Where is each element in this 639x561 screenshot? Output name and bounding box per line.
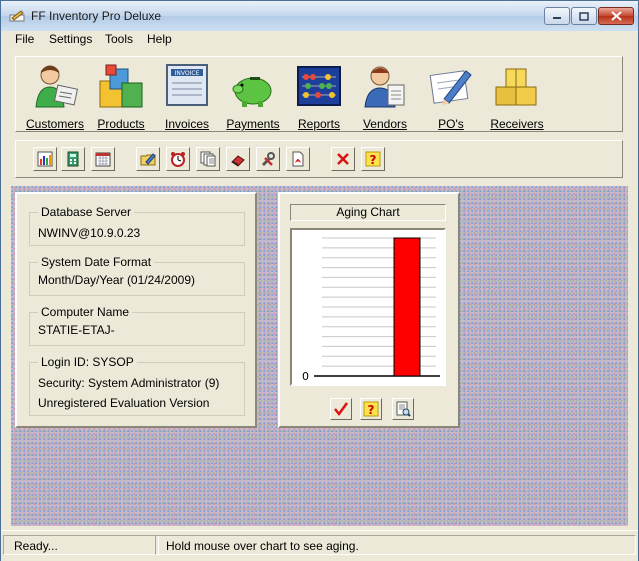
receivers-label: Receivers	[490, 117, 544, 131]
chart-report-button[interactable]	[33, 147, 57, 171]
database-server-label: Database Server	[38, 205, 135, 219]
status-hint: Hold mouse over chart to see aging.	[155, 535, 636, 555]
tools-icon	[261, 152, 275, 167]
menu-tools[interactable]: Tools	[105, 32, 133, 46]
po-pen-icon	[429, 70, 472, 105]
products-button[interactable]: Products	[88, 61, 154, 131]
help-icon: ?	[363, 401, 379, 417]
chart-report-icon	[37, 151, 53, 167]
close-icon	[610, 11, 622, 21]
status-bar: Ready... Hold mouse over chart to see ag…	[1, 530, 638, 561]
chart-title: Aging Chart	[290, 204, 446, 221]
eraser-icon	[231, 155, 245, 167]
chart-bar[interactable]	[393, 237, 421, 377]
minimize-button[interactable]	[544, 7, 570, 25]
checkmark-icon	[334, 402, 349, 417]
calculator-icon	[67, 151, 79, 167]
status-left: Ready...	[3, 535, 159, 555]
chart-help-button[interactable]: ?	[360, 398, 382, 420]
print-preview-icon	[396, 401, 411, 417]
payments-button[interactable]: Payments	[220, 61, 286, 131]
database-server-group: Database Server NWINV@10.9.0.23	[29, 205, 245, 246]
customers-icon	[35, 65, 79, 108]
main-toolbar: Customers Products INVOICE Invoices Paym…	[15, 56, 623, 132]
alarm-clock-icon	[171, 152, 185, 167]
alarm-clock-button[interactable]	[166, 147, 190, 171]
login-group: Login ID: SYSOP Security: System Adminis…	[29, 355, 245, 416]
date-format-group: System Date Format Month/Day/Year (01/24…	[29, 255, 245, 296]
vendors-button[interactable]: Vendors	[352, 61, 418, 131]
svg-text:?: ?	[368, 403, 375, 417]
registration-status: Unregistered Evaluation Version	[38, 396, 210, 410]
pdf-button[interactable]	[286, 147, 310, 171]
reports-button[interactable]: Reports	[286, 61, 352, 131]
reports-label: Reports	[297, 117, 341, 131]
app-pencil-icon	[9, 10, 25, 22]
products-label: Products	[97, 117, 145, 131]
aging-chart-svg[interactable]: 0	[292, 230, 444, 384]
documents-button[interactable]	[196, 147, 220, 171]
tools-button[interactable]	[256, 147, 280, 171]
chart-ok-button[interactable]	[330, 398, 352, 420]
help-icon: ?	[365, 151, 381, 167]
computer-name-label: Computer Name	[38, 305, 133, 319]
customers-label: Customers	[25, 117, 84, 131]
calendar-icon	[95, 152, 111, 167]
aging-chart-panel: Aging Chart 0 ?	[278, 192, 460, 428]
vendors-icon	[364, 66, 405, 108]
boxes-icon	[495, 68, 537, 106]
eraser-button[interactable]	[226, 147, 250, 171]
calculator-button[interactable]	[61, 147, 85, 171]
close-button[interactable]	[598, 7, 634, 25]
aging-chart[interactable]: 0	[290, 228, 446, 386]
invoices-icon: INVOICE	[166, 64, 208, 106]
invoices-button[interactable]: INVOICE Invoices	[154, 61, 220, 131]
main-window: FF Inventory Pro Deluxe File Settings To…	[0, 0, 639, 561]
login-id-label: Login ID: SYSOP	[38, 355, 137, 369]
pdf-icon	[292, 151, 304, 167]
window-title: FF Inventory Pro Deluxe	[31, 9, 162, 23]
edit-folder-button[interactable]	[136, 147, 160, 171]
title-bar[interactable]: FF Inventory Pro Deluxe	[1, 1, 638, 32]
chart-zero-label: 0	[302, 370, 309, 383]
invoices-label: Invoices	[164, 117, 210, 131]
abacus-icon	[297, 66, 341, 106]
edit-folder-icon	[140, 153, 156, 166]
payments-label: Payments	[226, 117, 280, 131]
chart-bars	[393, 237, 421, 377]
menu-help[interactable]: Help	[147, 32, 172, 46]
pos-button[interactable]: PO's	[418, 61, 484, 131]
date-format-value: Month/Day/Year (01/24/2009)	[38, 273, 195, 287]
maximize-icon	[579, 11, 589, 21]
chart-print-preview-button[interactable]	[392, 398, 414, 420]
menu-file[interactable]: File	[15, 32, 34, 46]
system-info-panel: Database Server NWINV@10.9.0.23 System D…	[15, 192, 257, 428]
close-x-icon	[337, 153, 349, 165]
database-server-value: NWINV@10.9.0.23	[38, 226, 141, 240]
pos-label: PO's	[438, 117, 464, 131]
receivers-button[interactable]: Receivers	[484, 61, 550, 131]
products-icon	[99, 64, 143, 108]
secondary-toolbar: ?	[15, 140, 623, 178]
computer-name-group: Computer Name STATIE-ETAJ-	[29, 305, 245, 346]
menu-bar: File Settings Tools Help	[1, 31, 638, 49]
piggy-bank-icon	[232, 77, 272, 107]
menu-settings[interactable]: Settings	[49, 32, 92, 46]
minimize-icon	[553, 17, 561, 19]
security-level: Security: System Administrator (9)	[38, 376, 220, 390]
vendors-label: Vendors	[362, 117, 408, 131]
calendar-button[interactable]	[91, 147, 115, 171]
svg-text:?: ?	[370, 153, 377, 167]
computer-name-value: STATIE-ETAJ-	[38, 323, 115, 337]
customers-button[interactable]: Customers	[22, 61, 88, 131]
maximize-button[interactable]	[571, 7, 597, 25]
close-x-button[interactable]	[331, 147, 355, 171]
svg-text:INVOICE: INVOICE	[175, 70, 200, 77]
help-toolbar-button[interactable]: ?	[361, 147, 385, 171]
documents-icon	[200, 151, 216, 167]
date-format-label: System Date Format	[38, 255, 155, 269]
